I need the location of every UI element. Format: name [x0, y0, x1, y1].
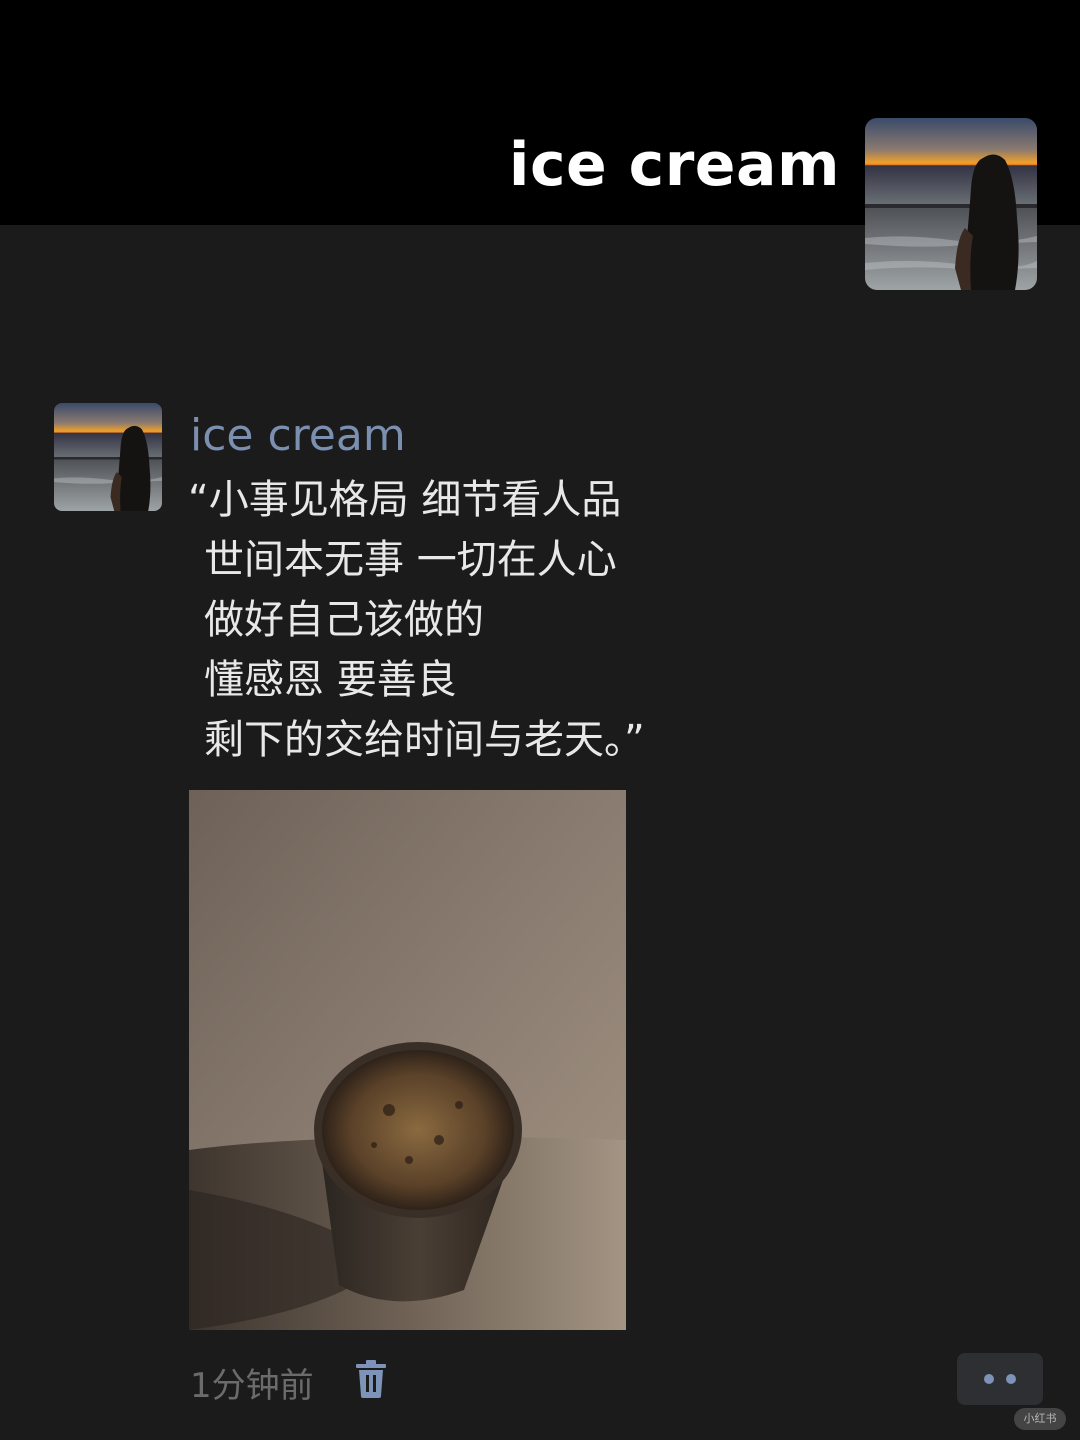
more-dots-icon — [1006, 1374, 1016, 1384]
more-options-button[interactable] — [957, 1353, 1043, 1405]
post-photo[interactable] — [189, 790, 626, 1330]
post-text-line: 做好自己该做的 — [204, 597, 484, 643]
sunset-sea-girl-avatar-icon — [54, 403, 162, 511]
post-text: “小事见格局 细节看人品 世间本无事 一切在人心 做好自己该做的 懂感恩 要善良… — [188, 470, 888, 770]
post-author-name[interactable]: ice cream — [190, 410, 406, 461]
profile-avatar[interactable] — [865, 118, 1037, 290]
post-text-line: 懂感恩 要善良 — [204, 657, 457, 703]
more-dots-icon — [984, 1374, 994, 1384]
post-text-line: 世间本无事 一切在人心 — [204, 537, 617, 583]
post-text-line: “小事见格局 细节看人品 — [188, 477, 622, 523]
iced-coffee-glass-photo-icon — [189, 790, 626, 1330]
moments-page: ice cream ice cream “小事见格局 细节看人品 世间本无事 一… — [0, 0, 1080, 1440]
profile-name: ice cream — [508, 130, 840, 200]
post-timestamp: 1分钟前 — [190, 1366, 314, 1406]
post-text-line: 剩下的交给时间与老天。” — [204, 717, 645, 763]
post-author-avatar[interactable] — [54, 403, 162, 511]
watermark-logo: 小红书 — [1014, 1408, 1066, 1430]
sunset-sea-girl-avatar-icon — [865, 118, 1037, 290]
trash-icon[interactable] — [355, 1360, 387, 1398]
